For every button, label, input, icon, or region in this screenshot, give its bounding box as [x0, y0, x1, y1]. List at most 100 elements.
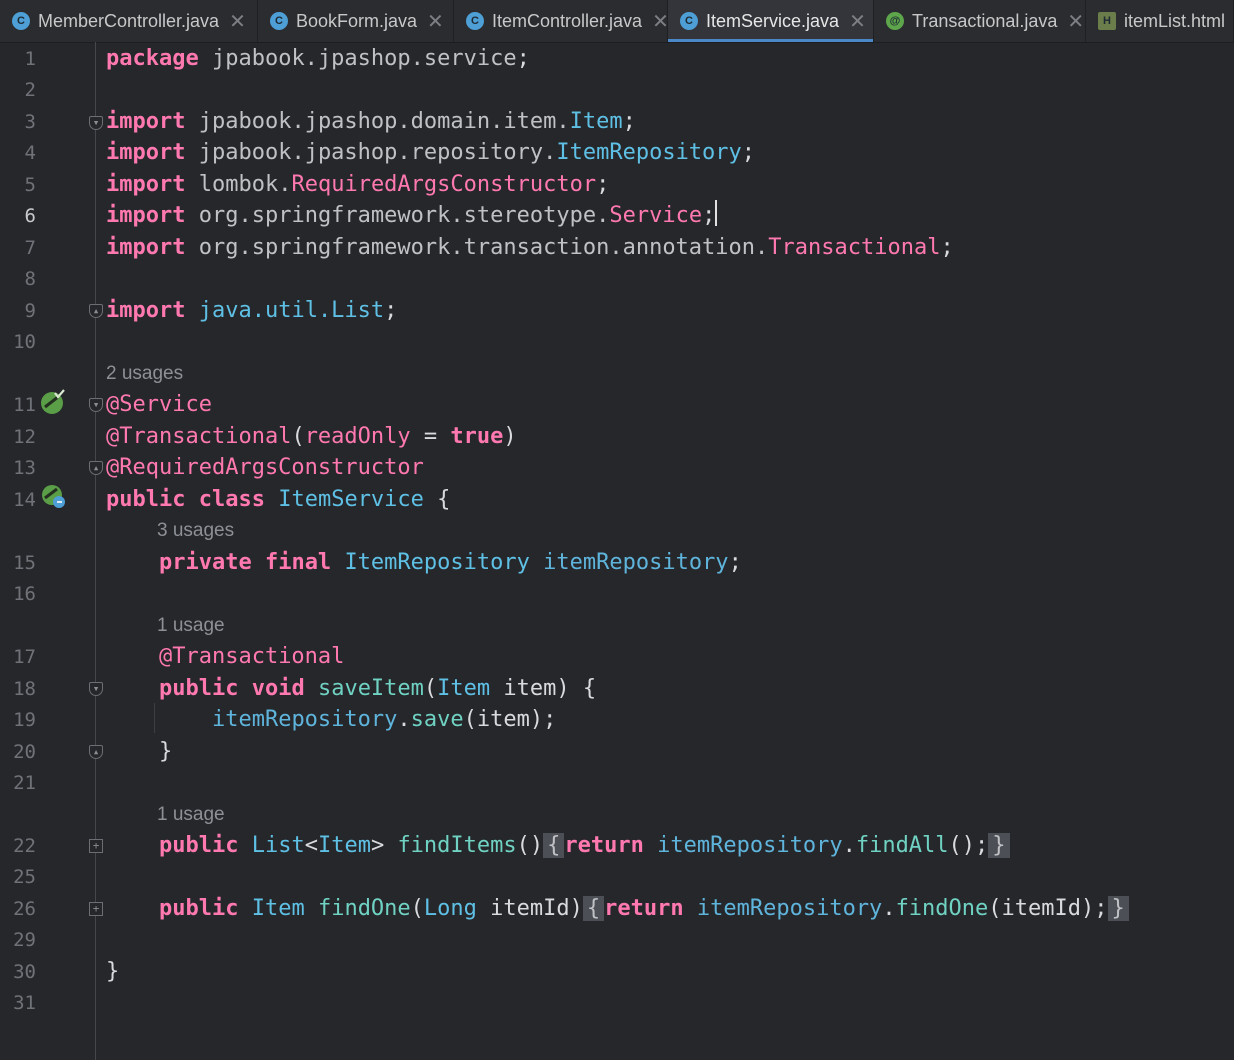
tab-itemcontroller-java[interactable]: C ItemController.java ✕ [454, 0, 669, 42]
line-number: 21 [13, 772, 36, 794]
keyword: final [264, 550, 332, 575]
punctuation: . [397, 707, 411, 732]
line-number: 16 [13, 583, 36, 605]
import-class: ItemRepository [556, 140, 742, 165]
line-number: 1 [24, 48, 36, 70]
line-number: 26 [13, 898, 36, 920]
line-number: 18 [13, 678, 36, 700]
code-line-19: itemRepository.save(item); [106, 704, 556, 736]
keyword: return [604, 896, 684, 921]
usages-hint[interactable]: 1 usage [157, 799, 225, 831]
punctuation: . [755, 235, 769, 260]
method-call: findAll [855, 833, 949, 858]
type-name: Item [317, 833, 371, 858]
punctuation: . [842, 833, 856, 858]
close-icon[interactable]: ✕ [1067, 9, 1084, 34]
method-name: saveItem [317, 676, 424, 701]
fold-imports-icon[interactable]: ▾ [89, 116, 103, 130]
class-name: ItemService [278, 487, 424, 512]
tab-itemservice-java[interactable]: C ItemService.java ✕ [668, 0, 874, 42]
close-icon[interactable]: ✕ [229, 9, 246, 34]
usages-hint[interactable]: 2 usages [106, 358, 183, 390]
line-number: 9 [24, 300, 36, 322]
keyword: void [251, 676, 305, 701]
field-name: itemRepository [543, 550, 729, 575]
folded-brace[interactable]: { [543, 833, 565, 858]
code-line-1: package jpabook.jpashop.service; [106, 43, 530, 75]
tab-itemlist-html[interactable]: HitemList.html [1086, 0, 1234, 42]
punctuation: ( [463, 707, 477, 732]
keyword: import [106, 172, 186, 197]
close-icon[interactable]: ✕ [427, 9, 444, 34]
argument: itemId [1001, 896, 1082, 921]
fold-saveitem-end-icon[interactable]: ▴ [89, 745, 103, 759]
text-caret [715, 200, 718, 226]
folded-brace[interactable]: } [1107, 896, 1129, 921]
tab-membercontroller-java[interactable]: C MemberController.java ✕ [0, 0, 258, 42]
fold-annotations-icon[interactable]: ▾ [89, 398, 103, 412]
code-line-9: import java.util.List; [106, 295, 397, 327]
field-name: itemRepository [696, 896, 883, 921]
punctuation: ( [291, 424, 305, 449]
line-number: 14 [13, 489, 36, 511]
code-line-26: public Item findOne(Long itemId){return … [106, 893, 1129, 925]
punctuation: ) [556, 676, 570, 701]
annotation: @Service [106, 392, 212, 417]
punctuation: ; [940, 235, 954, 260]
tab-label: itemList.html [1124, 10, 1226, 31]
line-number: 3 [24, 111, 36, 133]
spring-bean-icon[interactable] [40, 389, 66, 419]
line-number: 31 [13, 992, 36, 1014]
method-name: findOne [317, 896, 411, 921]
keyword: public [158, 676, 239, 701]
keyword: class [198, 487, 265, 512]
line-number: 13 [13, 457, 36, 479]
method-call: save [410, 707, 464, 732]
expand-findone-icon[interactable]: + [89, 902, 103, 916]
line-number: 17 [13, 646, 36, 668]
code-line-6: import org.springframework.stereotype.Se… [106, 200, 718, 232]
line-number: 20 [13, 741, 36, 763]
code-editor[interactable]: package jpabook.jpashop.service; import … [106, 42, 1234, 1060]
expand-finditems-icon[interactable]: + [89, 839, 103, 853]
close-icon[interactable]: ✕ [652, 9, 669, 34]
tab-bookform-java[interactable]: C BookForm.java ✕ [258, 0, 454, 42]
folded-brace[interactable]: } [988, 833, 1010, 858]
line-number: 4 [24, 142, 36, 164]
keyword: import [106, 298, 186, 323]
code-line-13: @RequiredArgsConstructor [106, 452, 424, 484]
punctuation: ); [1081, 896, 1108, 921]
punctuation: ( [423, 676, 438, 701]
line-number: 22 [13, 835, 36, 857]
punctuation: { [437, 487, 451, 512]
usages-hint[interactable]: 1 usage [157, 610, 225, 642]
tab-label: Transactional.java [912, 10, 1058, 31]
line-number: 19 [13, 709, 36, 731]
line-number: 10 [13, 331, 36, 353]
type-name: ItemRepository [344, 550, 530, 575]
import-annotation-class: RequiredArgsConstructor [291, 172, 597, 197]
spring-bean-navigation-icon[interactable] [40, 483, 68, 515]
type-name: Item [437, 676, 491, 701]
keyword: public [158, 833, 239, 858]
fold-annotations-end-icon[interactable]: ▴ [89, 461, 103, 475]
editor-tab-bar: C MemberController.java ✕ C BookForm.java ✕ C I… [0, 0, 1234, 43]
punctuation: ( [410, 896, 424, 921]
method-call: findOne [895, 896, 989, 921]
class-icon: C [12, 12, 30, 30]
keyword: import [106, 109, 186, 134]
code-line-20: } [106, 736, 172, 768]
tab-transactional-java[interactable]: @ Transactional.java ✕ [874, 0, 1086, 42]
annotation-param: readOnly [304, 424, 411, 449]
folded-brace[interactable]: { [582, 896, 605, 921]
parameter-name: item [503, 676, 557, 701]
fold-imports-end-icon[interactable]: ▴ [89, 304, 103, 318]
usages-hint[interactable]: 3 usages [157, 515, 234, 547]
import-path: lombok [198, 172, 279, 197]
punctuation: ; [728, 550, 742, 575]
import-path: jpabook.jpashop.domain.item [198, 109, 557, 134]
close-icon[interactable]: ✕ [849, 9, 866, 34]
fold-saveitem-icon[interactable]: ▾ [89, 682, 103, 696]
punctuation: > [370, 833, 385, 858]
import-class: Item [569, 109, 623, 134]
